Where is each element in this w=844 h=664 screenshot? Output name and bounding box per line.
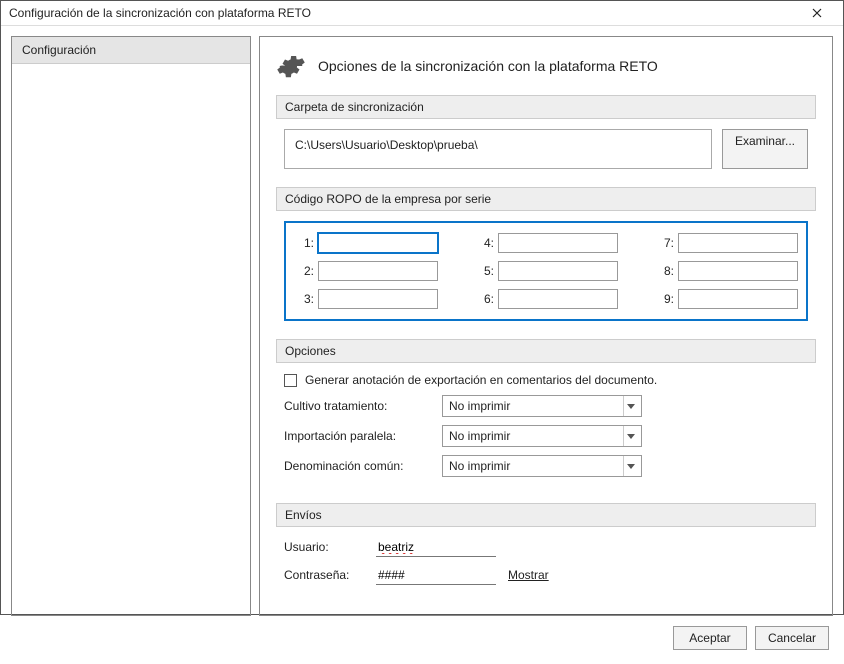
- close-button[interactable]: [801, 1, 833, 25]
- export-annotation-label: Generar anotación de exportación en come…: [305, 373, 657, 387]
- titlebar: Configuración de la sincronización con p…: [1, 1, 843, 26]
- envios-user-input[interactable]: [376, 537, 496, 557]
- show-password-link[interactable]: Mostrar: [508, 568, 549, 582]
- envios-pass-row: Contraseña: Mostrar: [284, 565, 808, 585]
- export-annotation-checkbox[interactable]: [284, 374, 297, 387]
- option-row-importacion: Importación paralela: No imprimir: [284, 425, 808, 447]
- ropo-input-9[interactable]: [678, 289, 798, 309]
- option-label-importacion: Importación paralela:: [284, 429, 434, 443]
- option-select-denominacion[interactable]: No imprimir: [442, 455, 642, 477]
- sidebar: Configuración: [11, 36, 251, 616]
- ropo-label-4: 4:: [478, 236, 498, 250]
- ropo-input-5[interactable]: [498, 261, 618, 281]
- dialog-window: Configuración de la sincronización con p…: [0, 0, 844, 615]
- ropo-label-9: 9:: [658, 292, 678, 306]
- ropo-input-3[interactable]: [318, 289, 438, 309]
- ropo-label-3: 3:: [298, 292, 318, 306]
- gear-icon: [276, 51, 306, 81]
- main-title: Opciones de la sincronización con la pla…: [318, 58, 658, 74]
- ropo-label-7: 7:: [658, 236, 678, 250]
- section-label-options: Opciones: [276, 339, 816, 363]
- columns: Configuración Opciones de la sincronizac…: [11, 36, 833, 616]
- ropo-input-6[interactable]: [498, 289, 618, 309]
- envios-user-label: Usuario:: [284, 540, 364, 554]
- section-label-folder: Carpeta de sincronización: [276, 95, 816, 119]
- folder-row: C:\Users\Usuario\Desktop\prueba\ Examina…: [284, 129, 808, 169]
- section-body-folder: C:\Users\Usuario\Desktop\prueba\ Examina…: [276, 119, 816, 181]
- sidebar-item-configuracion[interactable]: Configuración: [12, 37, 250, 64]
- option-select-importacion[interactable]: No imprimir: [442, 425, 642, 447]
- envios-user-row: Usuario:: [284, 537, 808, 557]
- section-label-ropo: Código ROPO de la empresa por serie: [276, 187, 816, 211]
- ropo-label-8: 8:: [658, 264, 678, 278]
- main-panel: Opciones de la sincronización con la pla…: [259, 36, 833, 616]
- close-icon: [812, 8, 822, 18]
- folder-path-box[interactable]: C:\Users\Usuario\Desktop\prueba\: [284, 129, 712, 169]
- ropo-label-1: 1:: [298, 236, 318, 250]
- ropo-input-7[interactable]: [678, 233, 798, 253]
- option-label-cultivo: Cultivo tratamiento:: [284, 399, 434, 413]
- option-row-denominacion: Denominación común: No imprimir: [284, 455, 808, 477]
- ropo-label-2: 2:: [298, 264, 318, 278]
- option-value-importacion: No imprimir: [449, 429, 510, 443]
- ropo-label-6: 6:: [478, 292, 498, 306]
- window-title: Configuración de la sincronización con p…: [9, 6, 311, 20]
- envios-pass-input[interactable]: [376, 565, 496, 585]
- chevron-down-icon: [623, 396, 637, 416]
- options-checkbox-row: Generar anotación de exportación en come…: [284, 373, 808, 387]
- ropo-label-5: 5:: [478, 264, 498, 278]
- section-body-ropo: 1: 4: 7: 2: 5:: [276, 211, 816, 333]
- cancel-button[interactable]: Cancelar: [755, 626, 829, 650]
- option-select-cultivo[interactable]: No imprimir: [442, 395, 642, 417]
- chevron-down-icon: [623, 426, 637, 446]
- section-body-envios: Usuario: Contraseña: Mostrar: [276, 527, 816, 605]
- option-row-cultivo: Cultivo tratamiento: No imprimir: [284, 395, 808, 417]
- ropo-input-4[interactable]: [498, 233, 618, 253]
- ropo-input-2[interactable]: [318, 261, 438, 281]
- dialog-body: Configuración Opciones de la sincronizac…: [1, 26, 843, 664]
- dialog-footer: Aceptar Cancelar: [11, 616, 833, 654]
- accept-button[interactable]: Aceptar: [673, 626, 747, 650]
- section-body-options: Generar anotación de exportación en come…: [276, 363, 816, 497]
- option-value-denominacion: No imprimir: [449, 459, 510, 473]
- browse-button[interactable]: Examinar...: [722, 129, 808, 169]
- section-label-envios: Envíos: [276, 503, 816, 527]
- chevron-down-icon: [623, 456, 637, 476]
- ropo-grid: 1: 4: 7: 2: 5:: [298, 233, 794, 309]
- main-header: Opciones de la sincronización con la pla…: [276, 51, 816, 81]
- ropo-input-8[interactable]: [678, 261, 798, 281]
- envios-pass-label: Contraseña:: [284, 568, 364, 582]
- sidebar-item-label: Configuración: [22, 43, 96, 57]
- option-value-cultivo: No imprimir: [449, 399, 510, 413]
- option-label-denominacion: Denominación común:: [284, 459, 434, 473]
- ropo-input-1[interactable]: [318, 233, 438, 253]
- ropo-frame: 1: 4: 7: 2: 5:: [284, 221, 808, 321]
